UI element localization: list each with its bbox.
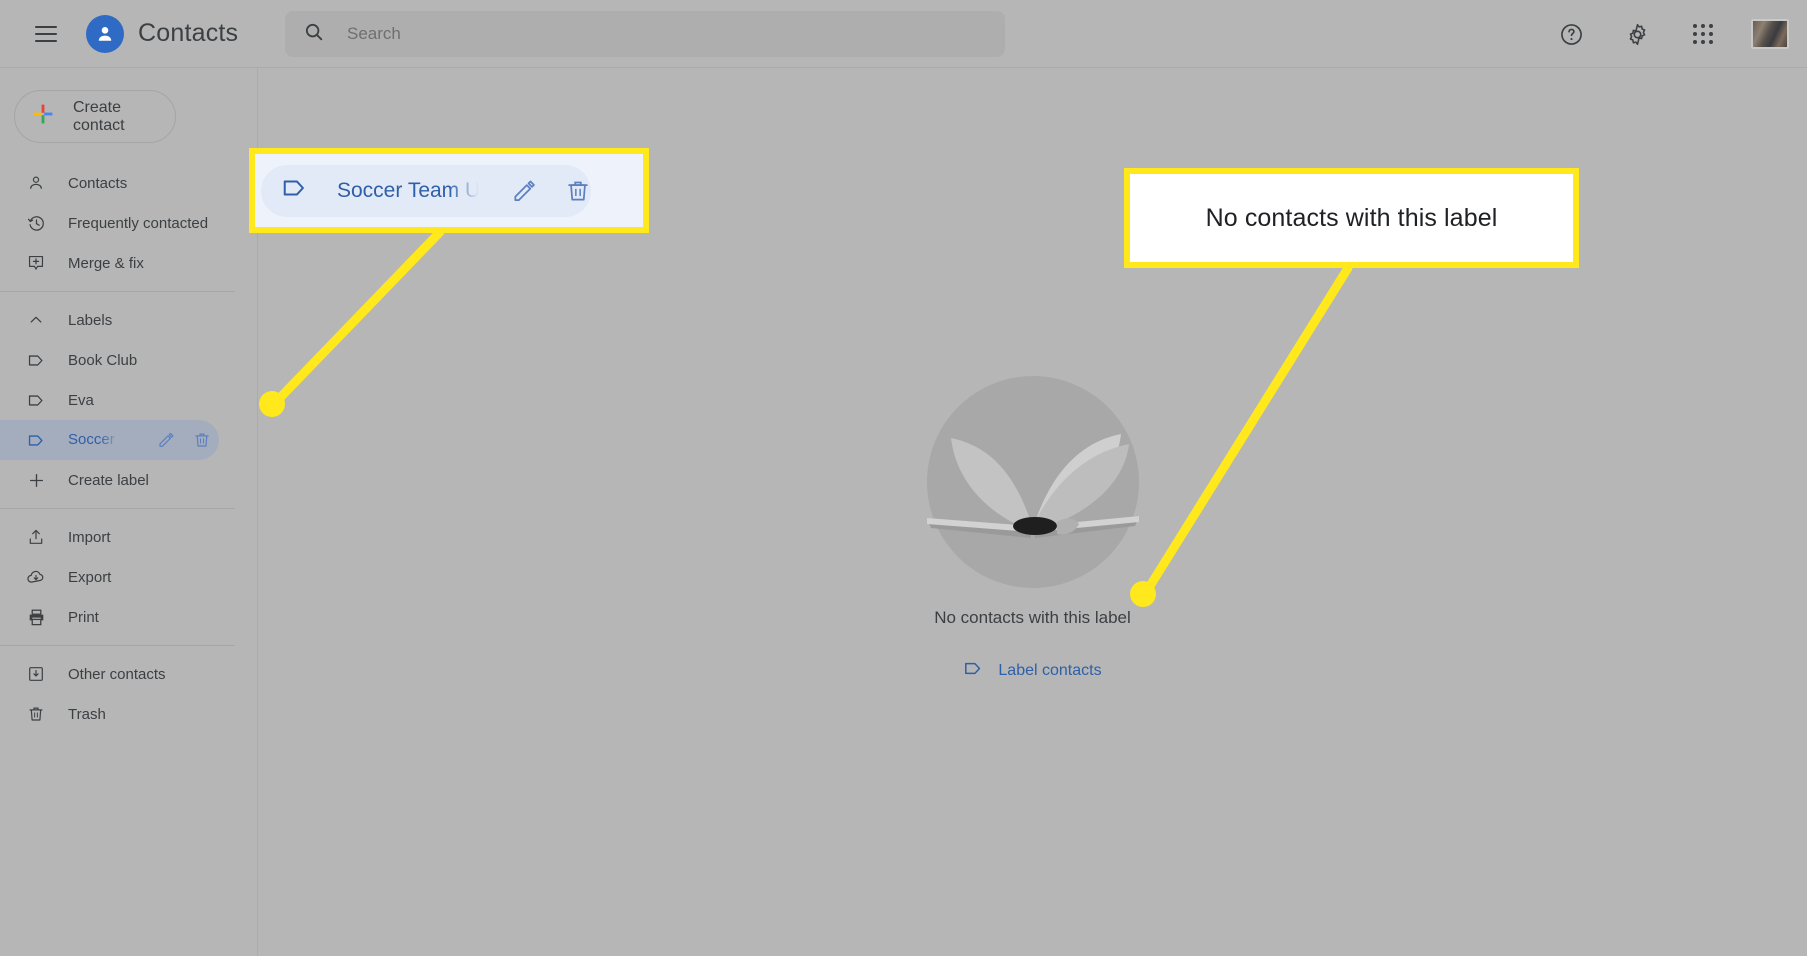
hamburger-bar bbox=[35, 32, 57, 35]
apps-grid-icon[interactable] bbox=[1683, 14, 1723, 54]
label-tag-icon bbox=[26, 430, 46, 450]
gear-icon[interactable] bbox=[1617, 14, 1657, 54]
label-contacts-button[interactable]: Label contacts bbox=[963, 658, 1102, 684]
sidebar-item-other-contacts[interactable]: Other contacts bbox=[0, 654, 219, 694]
page-title: Contacts bbox=[138, 19, 239, 47]
sidebar-item-label: Book Club bbox=[68, 351, 138, 369]
sidebar-labels-header-label: Labels bbox=[68, 311, 113, 329]
trash-icon[interactable] bbox=[565, 177, 591, 205]
person-icon bbox=[26, 173, 46, 193]
annotation-callout-label-chip: Soccer Team Upd bbox=[249, 148, 649, 233]
brand[interactable]: Contacts bbox=[86, 14, 239, 53]
merge-icon bbox=[26, 253, 46, 273]
sidebar-item-label: Contacts bbox=[68, 174, 128, 192]
callout-note-text: No contacts with this label bbox=[1205, 203, 1498, 232]
label-tag-icon bbox=[963, 658, 984, 684]
sidebar-item-label: Merge & fix bbox=[68, 254, 144, 272]
sidebar-item-soccer-team-updates[interactable]: Soccer Team Upd bbox=[0, 420, 219, 460]
label-tag-icon bbox=[26, 350, 46, 370]
sidebar-divider bbox=[0, 291, 235, 292]
sidebar-item-import[interactable]: Import bbox=[0, 517, 219, 557]
sidebar-labels-header[interactable]: Labels bbox=[0, 300, 219, 340]
label-contacts-label: Label contacts bbox=[998, 662, 1102, 679]
sidebar-item-trash[interactable]: Trash bbox=[0, 694, 219, 734]
sidebar-item-label: Frequently contacted bbox=[68, 214, 209, 232]
empty-state: No contacts with this label Label contac… bbox=[803, 376, 1263, 684]
header-actions bbox=[1551, 0, 1789, 68]
sidebar-label-actions bbox=[155, 429, 213, 451]
hamburger-icon[interactable] bbox=[22, 10, 70, 58]
sidebar-item-merge-and-fix[interactable]: Merge & fix bbox=[0, 243, 219, 283]
history-clock-icon bbox=[26, 213, 46, 233]
open-book-illustration bbox=[926, 376, 1139, 588]
trash-icon bbox=[26, 704, 46, 724]
other-contacts-icon bbox=[26, 664, 46, 684]
chevron-up-icon bbox=[26, 310, 46, 330]
sidebar-item-label-clip: Soccer Team Upd bbox=[68, 430, 125, 450]
sidebar-divider bbox=[0, 645, 235, 646]
search-icon bbox=[303, 21, 325, 48]
sidebar-item-label: Trash bbox=[68, 705, 106, 723]
apps-grid-dots bbox=[1693, 24, 1713, 44]
label-chip[interactable]: Soccer Team Upd bbox=[261, 164, 591, 217]
hamburger-bar bbox=[35, 39, 57, 42]
trash-icon[interactable] bbox=[191, 429, 213, 451]
sidebar-item-export[interactable]: Export bbox=[0, 557, 219, 597]
pencil-icon[interactable] bbox=[511, 177, 537, 205]
sidebar-item-label: Other contacts bbox=[68, 665, 166, 683]
create-contact-label: Create contact bbox=[73, 98, 125, 134]
label-chip-text-clip: Soccer Team Upd bbox=[337, 177, 483, 204]
contacts-person-icon bbox=[86, 14, 124, 53]
sidebar-item-eva[interactable]: Eva bbox=[0, 380, 219, 420]
sidebar-item-label: Soccer Team Upd bbox=[68, 431, 125, 448]
sidebar-divider bbox=[0, 508, 235, 509]
sidebar-nav: Contacts Frequently contacted Merge & fi… bbox=[0, 163, 257, 734]
plus-icon bbox=[31, 102, 55, 131]
sidebar: Create contact Contacts Frequently conta… bbox=[0, 68, 258, 956]
upload-icon bbox=[26, 527, 46, 547]
sidebar-item-label: Print bbox=[68, 608, 99, 626]
annotation-callout-note: No contacts with this label bbox=[1124, 168, 1579, 268]
create-contact-button[interactable]: Create contact bbox=[14, 90, 176, 143]
callout-inner: Soccer Team Upd bbox=[261, 160, 637, 221]
sidebar-item-create-label[interactable]: Create label bbox=[0, 460, 219, 500]
download-cloud-icon bbox=[26, 567, 46, 587]
hamburger-bar bbox=[35, 25, 57, 28]
plus-icon bbox=[26, 470, 46, 490]
pencil-icon[interactable] bbox=[155, 429, 177, 451]
search-input[interactable]: Search bbox=[285, 11, 1005, 57]
contacts-app: Contacts Search Create contact Contacts … bbox=[0, 0, 1807, 956]
sidebar-item-label: Import bbox=[68, 528, 111, 546]
label-tag-icon bbox=[26, 390, 46, 410]
sidebar-item-frequently-contacted[interactable]: Frequently contacted bbox=[0, 203, 219, 243]
help-icon[interactable] bbox=[1551, 14, 1591, 54]
sidebar-item-label: Create label bbox=[68, 471, 149, 489]
empty-state-message: No contacts with this label bbox=[934, 608, 1131, 627]
printer-icon bbox=[26, 607, 46, 627]
sidebar-item-label: Export bbox=[68, 568, 112, 586]
sidebar-item-label: Eva bbox=[68, 391, 94, 409]
avatar[interactable] bbox=[1751, 19, 1789, 49]
sidebar-item-book-club[interactable]: Book Club bbox=[0, 340, 219, 380]
sidebar-item-print[interactable]: Print bbox=[0, 597, 219, 637]
label-chip-label: Soccer Team Upd bbox=[337, 178, 483, 202]
label-tag-icon bbox=[281, 174, 309, 207]
app-header: Contacts Search bbox=[0, 0, 1807, 68]
search-placeholder: Search bbox=[347, 24, 401, 43]
sidebar-item-contacts[interactable]: Contacts bbox=[0, 163, 219, 203]
